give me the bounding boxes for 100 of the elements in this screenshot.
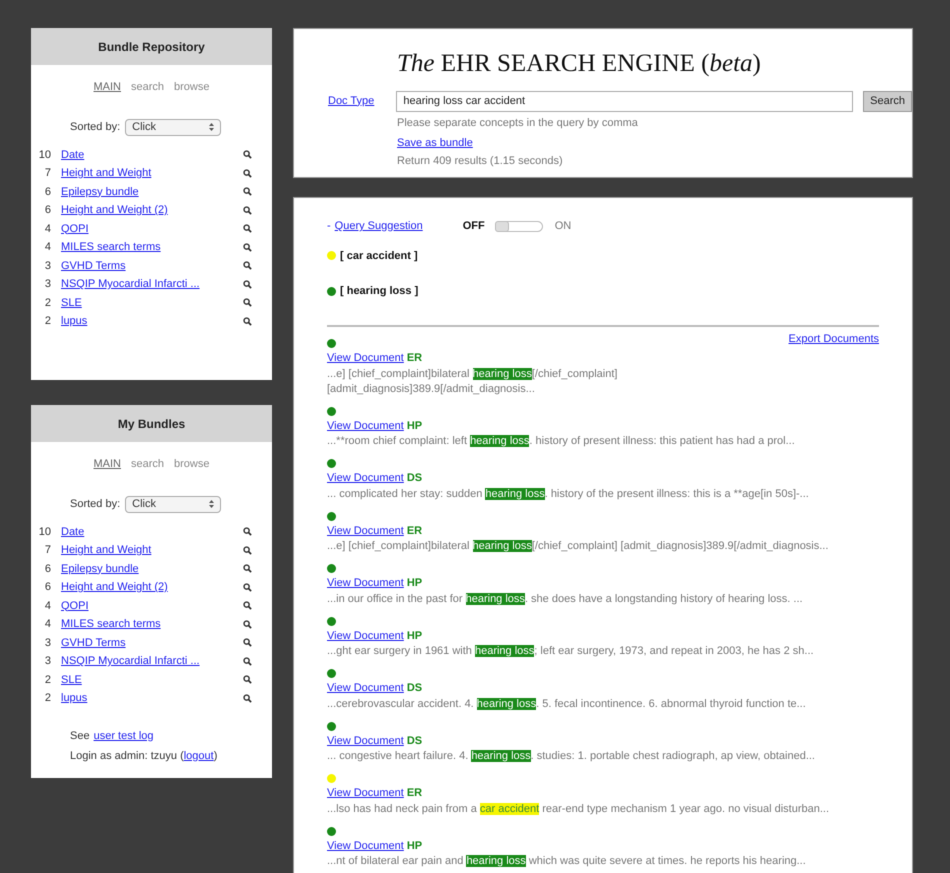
bundle-link[interactable]: Epilepsy bundle: [61, 184, 139, 200]
bundle-link[interactable]: SLE: [61, 672, 82, 688]
bundle-count: 10: [38, 524, 52, 540]
bundle-link[interactable]: NSQIP Myocardial Infarcti ...: [61, 653, 200, 670]
app-title: The EHR SEARCH ENGINE (beta): [397, 49, 762, 79]
result-snippet: ...in our office in the past for hearing loss. she does have a longstanding history of hearing loss. ...: [327, 592, 804, 606]
search-icon[interactable]: [243, 675, 252, 684]
view-document-link[interactable]: View Document: [327, 628, 404, 644]
bundle-count: 4: [44, 617, 52, 632]
nav-link[interactable]: browse: [174, 456, 210, 472]
view-document-link[interactable]: View Document: [327, 470, 404, 486]
doc-type-label: HP: [406, 576, 422, 591]
bundle-count: 3: [44, 654, 52, 669]
concept-label: [ hearing loss ]: [340, 284, 418, 299]
bundle-link[interactable]: lupus: [61, 313, 88, 330]
search-icon[interactable]: [243, 206, 252, 215]
nav-link[interactable]: MAIN: [94, 79, 121, 96]
search-icon[interactable]: [243, 564, 252, 574]
results-stats: Return 409 results (1.15 seconds): [397, 154, 563, 168]
doc-type-link[interactable]: Doc Type: [294, 92, 396, 110]
hint-text: Please separate concepts in the query by comma: [397, 116, 638, 130]
view-document-link[interactable]: View Document: [327, 785, 404, 802]
bundle-link[interactable]: lupus: [61, 690, 88, 706]
doc-type-label: DS: [406, 734, 422, 748]
search-icon[interactable]: [243, 168, 252, 178]
save-bundle-link[interactable]: Save as bundle: [397, 135, 473, 152]
collapse-dash[interactable]: -: [327, 218, 331, 234]
search-icon[interactable]: [243, 187, 252, 196]
bundle-count: 7: [44, 543, 52, 558]
logout-link[interactable]: logout: [184, 748, 214, 764]
search-icon[interactable]: [243, 224, 252, 234]
doc-type-label: DS: [406, 471, 422, 486]
view-document-link[interactable]: View Document: [327, 680, 404, 696]
search-icon[interactable]: [243, 298, 252, 308]
view-document-link[interactable]: View Document: [327, 522, 404, 539]
bundle-link[interactable]: Date: [61, 524, 84, 540]
bundle-link[interactable]: NSQIP Myocardial Infarcti ...: [61, 276, 200, 292]
sort-dropdown[interactable]: Click: [125, 118, 222, 136]
nav-link[interactable]: search: [131, 79, 164, 96]
bundle-link[interactable]: Epilepsy bundle: [61, 560, 139, 577]
doc-type-label: ER: [406, 351, 422, 366]
search-icon[interactable]: [243, 242, 252, 252]
bundle-link[interactable]: QOPI: [61, 220, 89, 237]
bundle-count: 2: [44, 314, 52, 329]
bundle-link[interactable]: GVHD Terms: [61, 258, 126, 274]
bundle-count: 3: [44, 258, 52, 274]
search-icon[interactable]: [243, 280, 252, 289]
doc-type-label: HP: [406, 418, 422, 434]
export-documents-link[interactable]: Export Documents: [788, 330, 879, 347]
search-icon[interactable]: [243, 546, 252, 555]
bundle-link[interactable]: SLE: [61, 294, 82, 311]
search-icon[interactable]: [243, 601, 252, 610]
view-document-link[interactable]: View Document: [327, 575, 404, 592]
bundle-link[interactable]: Height and Weight (2): [61, 579, 168, 596]
search-icon[interactable]: [243, 638, 252, 648]
bundle-count: 10: [38, 148, 52, 162]
off-label: OFF: [462, 219, 485, 234]
panel-header: Bundle Repository: [31, 28, 272, 65]
search-button[interactable]: Search: [863, 90, 912, 112]
nav-link[interactable]: search: [131, 456, 164, 472]
view-document-link[interactable]: View Document: [327, 838, 404, 854]
bundle-count: 6: [44, 562, 52, 576]
bundle-link[interactable]: MILES search terms: [61, 239, 161, 256]
search-icon[interactable]: [243, 316, 252, 326]
search-icon[interactable]: [243, 694, 252, 703]
bundle-count: 6: [44, 184, 52, 200]
result-snippet: ...nt of bilateral ear pain and hearing loss which was quite severe at times. he reports his hearing...: [327, 854, 807, 869]
bundle-link[interactable]: Height and Weight: [61, 542, 152, 558]
bundle-count: 2: [44, 296, 52, 310]
nav-link[interactable]: browse: [174, 79, 210, 96]
search-icon[interactable]: [243, 620, 252, 629]
search-icon[interactable]: [243, 527, 252, 536]
nav-link[interactable]: MAIN: [94, 456, 121, 472]
bundle-link[interactable]: MILES search terms: [61, 616, 161, 632]
see-label: See: [70, 728, 90, 744]
bundle-link[interactable]: Date: [61, 146, 84, 163]
doc-type-label: HP: [406, 838, 422, 854]
bundle-count: 3: [44, 636, 52, 650]
bundle-link[interactable]: Height and Weight (2): [61, 202, 168, 218]
view-document-link[interactable]: View Document: [327, 732, 404, 749]
log-link[interactable]: user test log: [94, 728, 154, 744]
on-label: ON: [554, 219, 572, 234]
bundle-link[interactable]: QOPI: [61, 598, 89, 614]
search-icon[interactable]: [243, 582, 252, 592]
search-icon[interactable]: [243, 261, 252, 270]
search-field[interactable]: hearing loss car accident: [396, 90, 854, 112]
updown-caret-icon: [209, 500, 214, 508]
view-document-link[interactable]: View Document: [327, 418, 404, 434]
view-document-link[interactable]: View Document: [327, 350, 404, 366]
bundle-link[interactable]: GVHD Terms: [61, 634, 126, 651]
query-suggestion-link[interactable]: Query Suggestion: [334, 218, 423, 234]
search-icon[interactable]: [243, 150, 252, 160]
bundle-count: 4: [44, 240, 52, 255]
sort-dropdown[interactable]: Click: [125, 496, 222, 512]
result-snippet: ...ght ear surgery in 1961 with hearing loss; left ear surgery, 1973, and repeat in 2003, he has 2 sh...: [327, 644, 815, 659]
search-icon[interactable]: [243, 656, 252, 666]
doc-type-label: DS: [406, 681, 422, 696]
result-snippet: ...**room chief complaint: left hearing loss. history of present illness: this patient has had a prol...: [327, 434, 796, 449]
toggle-switch[interactable]: [494, 220, 543, 232]
bundle-link[interactable]: Height and Weight: [61, 165, 152, 182]
